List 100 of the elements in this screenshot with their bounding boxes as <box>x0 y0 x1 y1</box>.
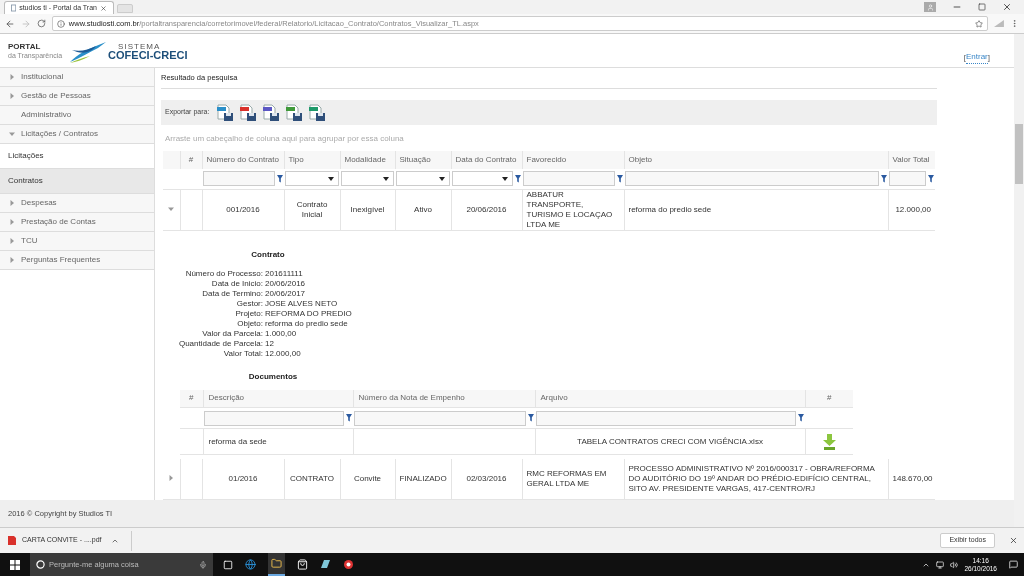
export-file-icon[interactable] <box>308 103 327 122</box>
sidebar-subitem[interactable]: Contratos <box>0 169 154 194</box>
microphone-icon[interactable] <box>199 560 207 569</box>
filter-icon[interactable] <box>346 414 352 422</box>
table-cell: ABBATUR TRANSPORTE, TURISMO E LOCAÇAO LTDA ME <box>522 189 624 230</box>
sidebar-item[interactable]: Administrativo <box>0 106 154 125</box>
filter-input[interactable] <box>203 171 275 187</box>
folder-icon[interactable] <box>271 558 282 569</box>
table-cell: 12.000,00 <box>888 189 935 230</box>
expand-row-button[interactable] <box>168 474 175 481</box>
notification-icon[interactable] <box>1009 560 1018 569</box>
table-cell: 001/2016 <box>202 189 284 230</box>
export-file-icon[interactable] <box>239 103 258 122</box>
sidebar-item[interactable]: Despesas <box>0 194 154 213</box>
maximize-icon[interactable] <box>978 3 986 11</box>
group-hint: Arraste um cabeçalho de coluna aqui para agrupar por essa coluna <box>164 133 405 145</box>
column-header: # <box>180 389 203 408</box>
table-cell: Convite <box>340 459 395 499</box>
table-cell: Ativo <box>395 189 451 230</box>
column-header[interactable]: Tipo <box>284 151 340 169</box>
reload-icon[interactable] <box>36 19 46 28</box>
filter-input[interactable] <box>536 410 796 426</box>
column-header[interactable]: Situação <box>395 151 451 169</box>
cortana-icon <box>36 560 45 569</box>
table-cell: 01/2016 <box>202 459 284 499</box>
filter-input[interactable] <box>354 410 526 426</box>
column-header[interactable]: Número da Nota de Empenho <box>353 389 535 408</box>
browser-icon[interactable] <box>245 559 256 570</box>
export-file-icon[interactable] <box>262 103 281 122</box>
table-cell: TABELA CONTRATOS CRECI COM VIGÊNCIA.xlsx <box>535 428 805 455</box>
collapse-row-button[interactable] <box>168 205 175 212</box>
section-title: Documentos <box>248 370 298 383</box>
field-value: 1.000,00 <box>265 328 297 339</box>
table-cell: 148.670,00 <box>888 459 935 499</box>
filter-icon[interactable] <box>881 174 887 183</box>
table-cell: FINALIZADO <box>395 459 451 499</box>
close-icon[interactable] <box>1009 536 1018 545</box>
app-icon[interactable] <box>343 559 354 570</box>
field-label: Valor da Parcela: <box>202 328 264 339</box>
section-title: Contrato <box>250 248 286 261</box>
scrollbar[interactable] <box>1014 34 1024 527</box>
filter-input[interactable] <box>204 410 344 426</box>
export-file-icon[interactable] <box>216 103 235 122</box>
store-icon[interactable] <box>297 559 308 570</box>
sidebar-item[interactable]: Licitações / Contratos <box>0 125 154 144</box>
sidebar-item[interactable]: TCU <box>0 232 154 251</box>
app-icon[interactable] <box>320 559 331 570</box>
table-cell: 02/03/2016 <box>451 459 522 499</box>
filter-icon[interactable] <box>277 174 283 183</box>
expand-icon <box>168 474 175 481</box>
table-cell: reforma da sede <box>203 428 353 455</box>
table-cell: Inexigível <box>340 189 395 230</box>
collapse-icon <box>168 205 175 212</box>
download-icon[interactable] <box>822 433 836 450</box>
table-cell: CONTRATO <box>284 459 340 499</box>
column-header[interactable]: Objeto <box>624 151 888 169</box>
filter-input[interactable] <box>889 171 926 187</box>
column-header[interactable]: Data do Contrato <box>451 151 522 169</box>
column-header[interactable]: Descrição <box>203 389 353 408</box>
field-value: reforma do predio sede <box>265 318 348 329</box>
field-value: 12.000,00 <box>265 348 301 359</box>
close-icon[interactable] <box>1002 2 1012 12</box>
bracket-text: [ <box>963 51 966 64</box>
column-header[interactable]: Valor Total <box>888 151 935 169</box>
back-icon[interactable] <box>5 18 15 29</box>
filter-icon[interactable] <box>515 174 521 183</box>
column-header[interactable]: Arquivo <box>535 389 805 408</box>
field-label: Quantidade de Parcela: <box>178 338 264 349</box>
scrollbar-thumb[interactable] <box>1015 124 1023 184</box>
column-header[interactable]: Número do Contrato <box>202 151 284 169</box>
task-view-icon[interactable] <box>223 559 233 570</box>
filter-icon[interactable] <box>617 174 623 183</box>
export-file-icon[interactable] <box>285 103 304 122</box>
volume-icon[interactable] <box>950 560 959 569</box>
field-label: Número do Processo: <box>185 268 264 279</box>
filter-icon[interactable] <box>928 174 934 183</box>
sidebar-item[interactable]: Prestação de Contas <box>0 213 154 232</box>
column-header[interactable]: Favorecido <box>522 151 624 169</box>
windows-logo-icon[interactable] <box>10 559 20 570</box>
user-icon <box>926 3 934 11</box>
field-value: 12 <box>265 338 274 349</box>
bookmark-icon[interactable] <box>975 19 984 28</box>
filter-input[interactable] <box>625 171 879 187</box>
sidebar-item[interactable]: Perguntas Frequentes <box>0 251 154 270</box>
table-cell: reforma do predio sede <box>624 189 888 230</box>
info-icon <box>56 19 65 28</box>
table-cell: 20/06/2016 <box>451 189 522 230</box>
sidebar-item[interactable]: Institucional <box>0 68 154 87</box>
column-header[interactable]: Modalidade <box>340 151 395 169</box>
filter-input[interactable] <box>523 171 615 187</box>
brand-title: PORTAL <box>8 41 42 51</box>
filter-icon[interactable] <box>528 414 534 422</box>
sidebar-item[interactable]: Gestão de Pessoas <box>0 87 154 106</box>
field-label: Valor Total: <box>223 348 264 359</box>
pdf-file-icon <box>8 536 16 545</box>
close-icon[interactable] <box>100 4 107 12</box>
network-icon[interactable] <box>936 560 945 569</box>
caret-icon <box>502 176 508 181</box>
field-label: Objeto: <box>237 318 264 329</box>
filter-icon[interactable] <box>798 414 804 422</box>
